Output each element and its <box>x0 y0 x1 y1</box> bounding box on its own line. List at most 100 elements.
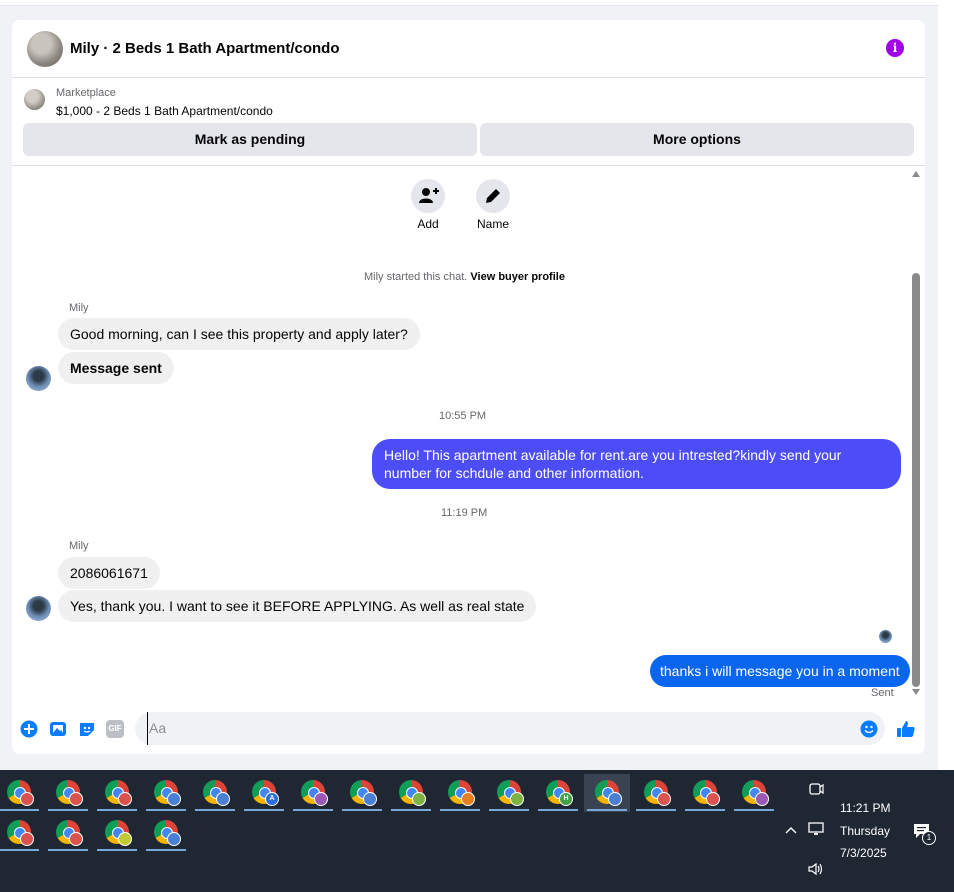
taskbar-chrome-app[interactable] <box>192 774 238 812</box>
profile-badge-icon <box>314 792 328 806</box>
listing-avatar[interactable] <box>27 31 63 67</box>
sticker-icon[interactable] <box>78 720 96 738</box>
profile-badge-icon <box>608 792 622 806</box>
incoming-message[interactable]: Good morning, can I see this property an… <box>58 318 420 350</box>
notification-count-badge: 1 <box>922 831 936 845</box>
message-input-placeholder: Aa <box>147 712 166 745</box>
emoji-icon[interactable] <box>860 720 878 738</box>
profile-badge-icon <box>118 832 132 846</box>
running-indicator <box>391 809 431 811</box>
sender-avatar[interactable] <box>26 366 51 391</box>
add-label: Add <box>417 217 439 231</box>
taskbar-chrome-app[interactable] <box>388 774 434 812</box>
taskbar-chrome-app[interactable] <box>731 774 777 812</box>
running-indicator <box>734 809 774 811</box>
profile-badge-icon <box>20 832 34 846</box>
taskbar-chrome-app[interactable] <box>290 774 336 812</box>
scroll-up-arrow[interactable] <box>912 171 920 177</box>
profile-badge-icon <box>363 792 377 806</box>
chat-window: Mily · 2 Beds 1 Bath Apartment/condo i M… <box>12 20 925 754</box>
read-receipt-avatar <box>879 630 892 643</box>
mark-as-pending-button[interactable]: Mark as pending <box>23 123 477 156</box>
running-indicator <box>0 809 39 811</box>
chat-started-text: Mily started this chat. <box>364 271 468 283</box>
running-indicator <box>146 849 186 851</box>
taskbar-chrome-app[interactable] <box>0 814 42 852</box>
profile-badge-icon <box>657 792 671 806</box>
running-indicator <box>636 809 676 811</box>
outgoing-message[interactable]: thanks i will message you in a moment <box>650 655 910 687</box>
sender-avatar[interactable] <box>26 596 51 621</box>
running-indicator <box>146 809 186 811</box>
profile-badge-icon <box>216 792 230 806</box>
add-person-button[interactable] <box>411 179 445 213</box>
scroll-down-arrow[interactable] <box>912 689 920 695</box>
network-icon[interactable] <box>807 821 825 837</box>
profile-badge-icon <box>167 792 181 806</box>
profile-badge-icon <box>167 832 181 846</box>
chevron-up-icon[interactable] <box>784 824 798 836</box>
taskbar-chrome-app[interactable] <box>486 774 532 812</box>
sender-name: Mily <box>69 540 89 552</box>
taskbar-chrome-app[interactable] <box>437 774 483 812</box>
pencil-icon <box>486 189 500 203</box>
running-indicator <box>685 809 725 811</box>
running-indicator <box>97 809 137 811</box>
running-indicator <box>538 809 578 811</box>
taskbar-chrome-app[interactable]: A <box>241 774 287 812</box>
clock-time[interactable]: 11:21 PM <box>840 801 890 815</box>
incoming-message[interactable]: Yes, thank you. I want to see it BEFORE … <box>58 590 537 622</box>
more-options-button[interactable]: More options <box>480 123 914 156</box>
sender-name: Mily <box>69 302 89 314</box>
chat-started-notice: Mily started this chat. View buyer profi… <box>364 271 565 283</box>
timestamp: 11:19 PM <box>441 507 488 519</box>
running-indicator <box>48 809 88 811</box>
gif-icon[interactable]: GIF <box>106 720 124 738</box>
chat-header: Mily · 2 Beds 1 Bath Apartment/condo i <box>12 20 925 78</box>
profile-badge-icon <box>755 792 769 806</box>
outgoing-message[interactable]: Hello! This apartment available for rent… <box>372 439 901 489</box>
volume-icon[interactable] <box>807 861 825 877</box>
taskbar-chrome-app[interactable] <box>143 774 189 812</box>
windows-taskbar: A H 11:21 PM Thursday 7/3/2025 <box>0 770 954 892</box>
photo-icon[interactable] <box>49 720 67 738</box>
taskbar-chrome-app[interactable] <box>45 814 91 852</box>
running-indicator <box>440 809 480 811</box>
incoming-message[interactable]: 2086061671 <box>58 557 160 589</box>
chat-title[interactable]: Mily · 2 Beds 1 Bath Apartment/condo <box>70 40 339 57</box>
taskbar-chrome-app[interactable] <box>339 774 385 812</box>
taskbar-chrome-app[interactable] <box>584 774 630 812</box>
running-indicator <box>342 809 382 811</box>
taskbar-chrome-app[interactable] <box>143 814 189 852</box>
taskbar-chrome-app[interactable] <box>94 774 140 812</box>
camera-tray-icon[interactable] <box>807 781 825 797</box>
running-indicator <box>489 809 529 811</box>
info-icon[interactable]: i <box>886 39 904 57</box>
incoming-message[interactable]: Message sent <box>58 352 174 384</box>
taskbar-chrome-app[interactable] <box>45 774 91 812</box>
profile-badge-icon <box>412 792 426 806</box>
taskbar-chrome-app[interactable] <box>94 814 140 852</box>
view-buyer-profile-link[interactable]: View buyer profile <box>470 271 565 283</box>
top-strip <box>0 0 938 6</box>
timestamp: 10:55 PM <box>439 410 487 422</box>
taskbar-chrome-app[interactable] <box>633 774 679 812</box>
clock-date[interactable]: 7/3/2025 <box>840 846 887 860</box>
clock-day[interactable]: Thursday <box>840 824 890 838</box>
plus-icon[interactable] <box>20 720 38 738</box>
message-input[interactable]: Aa <box>135 712 885 745</box>
running-indicator <box>0 849 39 851</box>
running-indicator <box>195 809 235 811</box>
profile-badge-icon: A <box>265 792 279 806</box>
profile-badge-icon <box>461 792 475 806</box>
running-indicator <box>97 849 137 851</box>
window-right-edge <box>938 0 954 770</box>
name-button[interactable] <box>476 179 510 213</box>
listing-thumbnail[interactable] <box>24 89 45 110</box>
scroll-thumb[interactable] <box>912 273 920 687</box>
taskbar-chrome-app[interactable] <box>682 774 728 812</box>
thumbs-up-icon[interactable] <box>896 719 916 739</box>
listing-title[interactable]: $1,000 - 2 Beds 1 Bath Apartment/condo <box>56 104 273 118</box>
taskbar-chrome-app[interactable]: H <box>535 774 581 812</box>
taskbar-chrome-app[interactable] <box>0 774 42 812</box>
